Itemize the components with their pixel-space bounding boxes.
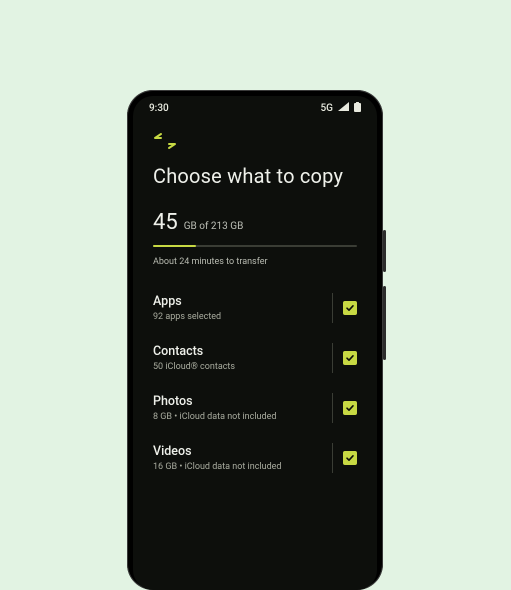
signal-icon [338,102,349,114]
list-item-subtitle: 50 iCloud® contacts [153,362,235,372]
list-item-right [332,393,357,423]
list-item-subtitle: 92 apps selected [153,312,221,322]
list-item[interactable]: Apps 92 apps selected [153,283,357,333]
hw-button-top [383,230,386,272]
list-item-subtitle: 16 GB • iCloud data not included [153,462,282,472]
storage-total-label: GB of 213 GB [184,221,244,232]
checkbox[interactable] [343,351,357,365]
copy-item-list: Apps 92 apps selected Contacts 50 iCloud® c… [153,283,357,483]
status-right: 5G [321,102,362,115]
status-bar: 9:30 5G [133,96,377,120]
hw-buttons [383,230,386,360]
list-item-title: Videos [153,444,282,459]
hw-button-bottom [383,286,386,360]
vertical-divider [332,393,333,423]
page-title: Choose what to copy [153,164,357,188]
list-item-title: Contacts [153,344,235,359]
screen: 9:30 5G Choose what to copy 45 [133,96,377,590]
storage-summary: 45 GB of 213 GB [153,210,357,235]
list-item[interactable]: Contacts 50 iCloud® contacts [153,333,357,383]
list-item[interactable]: Videos 16 GB • iCloud data not included [153,433,357,483]
list-item-right [332,293,357,323]
storage-used-number: 45 [153,210,178,235]
checkbox[interactable] [343,451,357,465]
list-item-title: Photos [153,394,276,409]
checkbox[interactable] [343,301,357,315]
transfer-arrows-icon [153,132,357,150]
list-item-text: Photos 8 GB • iCloud data not included [153,394,276,422]
storage-progress-fill [153,245,196,247]
list-item-text: Apps 92 apps selected [153,294,221,322]
phone-frame: 9:30 5G Choose what to copy 45 [127,90,383,590]
storage-progress-track [153,245,357,247]
status-network-label: 5G [321,103,334,114]
list-item-right [332,443,357,473]
status-time: 9:30 [149,103,169,114]
list-item-subtitle: 8 GB • iCloud data not included [153,412,276,422]
content: Choose what to copy 45 GB of 213 GB Abou… [133,120,377,483]
vertical-divider [332,343,333,373]
battery-icon [354,102,361,115]
transfer-eta: About 24 minutes to transfer [153,257,357,267]
checkbox[interactable] [343,401,357,415]
list-item-text: Contacts 50 iCloud® contacts [153,344,235,372]
list-item[interactable]: Photos 8 GB • iCloud data not included [153,383,357,433]
list-item-right [332,343,357,373]
list-item-title: Apps [153,294,221,309]
vertical-divider [332,443,333,473]
vertical-divider [332,293,333,323]
list-item-text: Videos 16 GB • iCloud data not included [153,444,282,472]
